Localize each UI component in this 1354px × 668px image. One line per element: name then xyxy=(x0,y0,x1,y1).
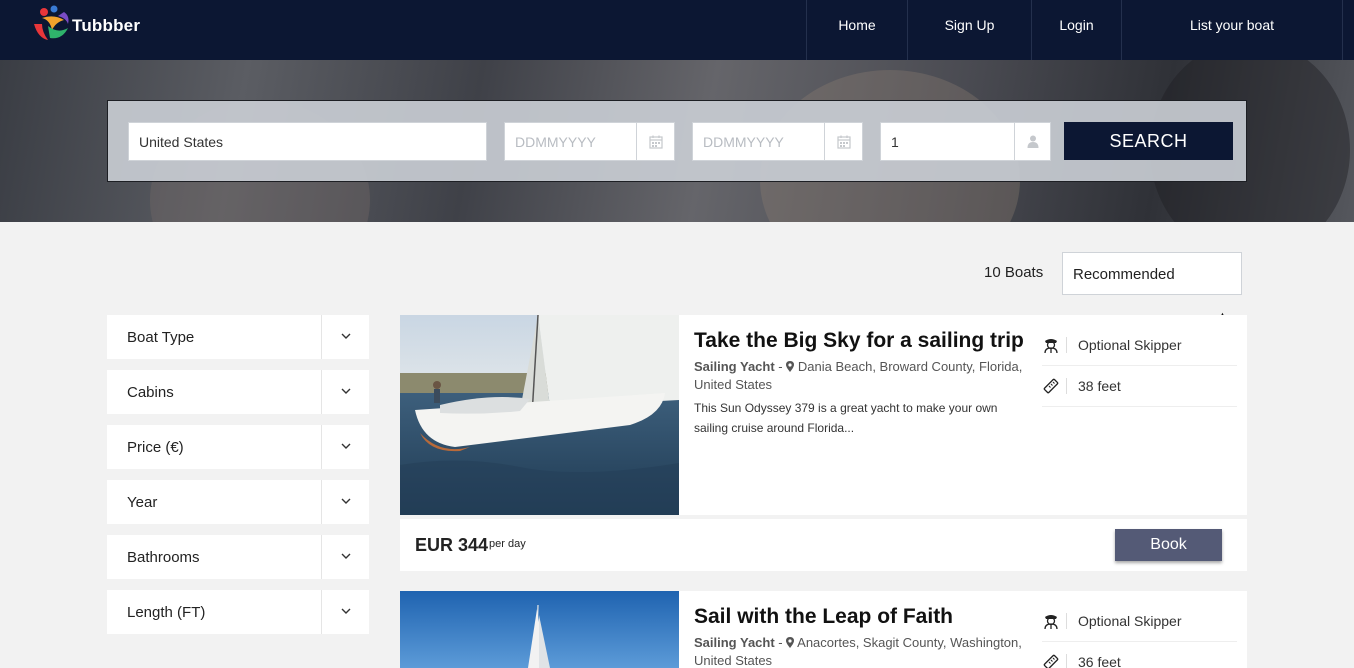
nav-sign-up[interactable]: Sign Up xyxy=(907,0,1031,60)
guests-input[interactable]: 1 xyxy=(880,122,1051,161)
chevron-down-icon xyxy=(341,553,351,559)
top-navbar: Tubbber Home Sign Up Login List your boa… xyxy=(0,0,1354,60)
filter-length[interactable]: Length (FT) xyxy=(107,590,369,634)
results-count: 10 Boats xyxy=(984,264,1044,281)
search-panel: United States DDMMYYYY DDMMYYYY 1 SEARCH xyxy=(107,100,1247,182)
calendar-icon[interactable] xyxy=(636,123,674,160)
divider xyxy=(1066,337,1067,353)
boat-photo[interactable] xyxy=(400,591,679,668)
location-value: United States xyxy=(139,134,224,150)
filter-cabins[interactable]: Cabins xyxy=(107,370,369,414)
boat-card[interactable]: Sail with the Leap of Faith Sailing Yach… xyxy=(400,591,1247,668)
chevron-down-icon xyxy=(341,608,351,614)
chevron-down-icon xyxy=(341,498,351,504)
filter-label: Bathrooms xyxy=(127,549,200,566)
nav-list-your-boat[interactable]: List your boat xyxy=(1121,0,1343,60)
divider xyxy=(321,535,322,579)
boat-type: Sailing Yacht xyxy=(694,359,775,374)
date-from-input[interactable]: DDMMYYYY xyxy=(504,122,675,161)
feature-skipper-text: Optional Skipper xyxy=(1078,337,1182,353)
feature-length: 36 feet xyxy=(1042,642,1237,668)
boat-card[interactable]: Take the Big Sky for a sailing trip Sail… xyxy=(400,315,1247,515)
boat-type: Sailing Yacht xyxy=(694,635,775,650)
boat-description: This Sun Odyssey 379 is a great yacht to… xyxy=(694,401,998,435)
map-marker-icon xyxy=(786,361,795,372)
divider xyxy=(1066,378,1067,394)
divider xyxy=(321,590,322,634)
boat-location: Sailing Yacht - Anacortes, Skagit County… xyxy=(694,635,1022,668)
filter-price[interactable]: Price (€) xyxy=(107,425,369,469)
ruler-icon xyxy=(1043,654,1059,668)
skipper-icon xyxy=(1044,339,1058,354)
guests-value: 1 xyxy=(891,134,899,150)
filter-label: Year xyxy=(127,494,158,511)
filter-label: Boat Type xyxy=(127,329,195,346)
feature-skipper: Optional Skipper xyxy=(1042,325,1237,366)
date-to-input[interactable]: DDMMYYYY xyxy=(692,122,863,161)
filter-label: Length (FT) xyxy=(127,604,206,621)
location-input[interactable]: United States xyxy=(128,122,487,161)
sort-select[interactable]: Recommended xyxy=(1062,252,1242,295)
divider xyxy=(321,480,322,524)
boat-location: Sailing Yacht - Dania Beach, Broward Cou… xyxy=(694,359,1023,392)
chevron-down-icon xyxy=(341,333,351,339)
user-icon xyxy=(1014,123,1050,160)
divider xyxy=(321,425,322,469)
date-to-placeholder: DDMMYYYY xyxy=(703,134,784,150)
divider xyxy=(321,370,322,414)
divider xyxy=(1066,613,1067,629)
nav-home[interactable]: Home xyxy=(806,0,907,60)
boat-price: EUR 344 xyxy=(415,535,489,555)
divider xyxy=(1066,654,1067,668)
price-bar: EUR 344 per day Book xyxy=(400,519,1247,571)
filter-label: Price (€) xyxy=(127,439,184,456)
feature-skipper: Optional Skipper xyxy=(1042,601,1237,642)
skipper-icon xyxy=(1044,615,1058,630)
calendar-icon[interactable] xyxy=(824,123,862,160)
boat-photo[interactable] xyxy=(400,315,679,515)
map-marker-icon xyxy=(786,637,795,648)
date-from-placeholder: DDMMYYYY xyxy=(515,134,596,150)
chevron-down-icon xyxy=(341,388,351,394)
feature-length: 38 feet xyxy=(1042,366,1237,407)
filter-boat-type[interactable]: Boat Type xyxy=(107,315,369,359)
search-button[interactable]: SEARCH xyxy=(1064,122,1233,160)
boat-title[interactable]: Sail with the Leap of Faith xyxy=(694,605,953,629)
filter-bathrooms[interactable]: Bathrooms xyxy=(107,535,369,579)
feature-skipper-text: Optional Skipper xyxy=(1078,613,1182,629)
feature-length-text: 38 feet xyxy=(1078,378,1121,394)
chevron-down-icon xyxy=(341,443,351,449)
ruler-icon xyxy=(1043,378,1059,394)
boat-price-unit: per day xyxy=(489,538,526,550)
boat-title[interactable]: Take the Big Sky for a sailing trip xyxy=(694,329,1024,353)
main-nav: Home Sign Up Login List your boat xyxy=(806,0,1343,60)
book-button[interactable]: Book xyxy=(1115,529,1222,561)
filter-year[interactable]: Year xyxy=(107,480,369,524)
sort-value: Recommended xyxy=(1073,266,1175,283)
filter-label: Cabins xyxy=(127,384,174,401)
divider xyxy=(321,315,322,359)
feature-length-text: 36 feet xyxy=(1078,654,1121,668)
hero-banner: United States DDMMYYYY DDMMYYYY 1 SEARCH xyxy=(0,60,1354,222)
logo-text[interactable]: Tubbber xyxy=(72,16,140,36)
nav-login[interactable]: Login xyxy=(1031,0,1121,60)
